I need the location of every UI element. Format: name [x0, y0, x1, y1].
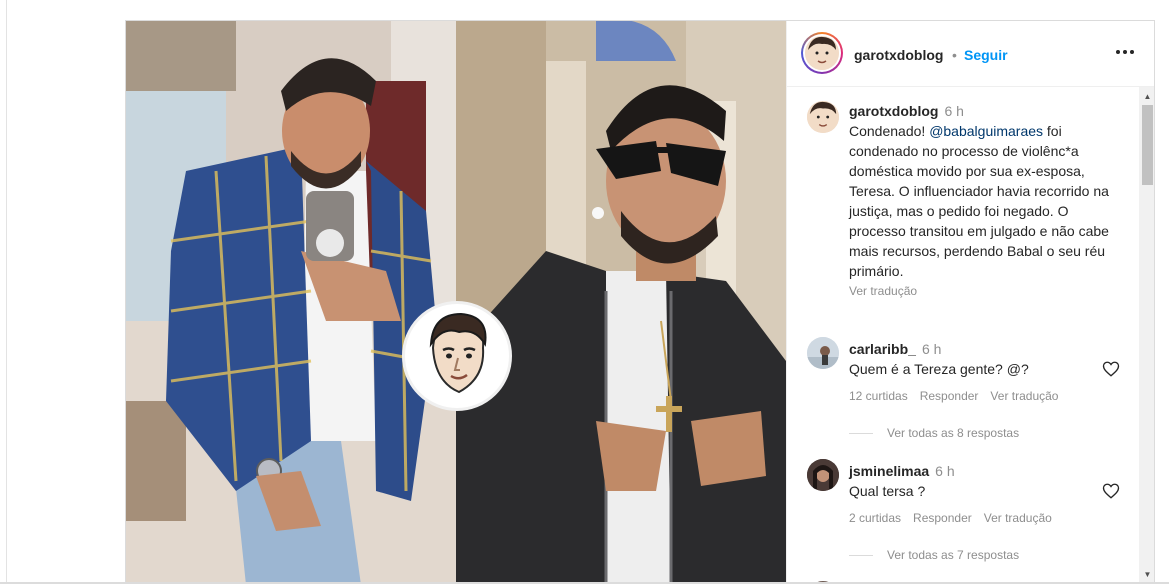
commenter-photo: [807, 459, 839, 491]
comment-item: jsminelimaa 6 h Qual tersa ?: [849, 461, 1125, 501]
comment-likes[interactable]: 12 curtidas: [849, 389, 908, 403]
commenter-avatar[interactable]: [807, 337, 839, 369]
comments-panel[interactable]: garotxdoblog 6 h Condenado! @babalguimara…: [786, 87, 1139, 583]
more-options-icon[interactable]: [1113, 41, 1137, 63]
photo-right-illustration: [456, 21, 786, 583]
post-media[interactable]: [126, 21, 786, 583]
comment-time: 6 h: [935, 463, 955, 479]
photo-left-mirror-selfie: [126, 21, 456, 583]
scroll-down-arrow-icon[interactable]: ▼: [1139, 569, 1154, 581]
caption-username[interactable]: garotxdoblog: [849, 103, 938, 119]
page-left-border: [6, 0, 7, 584]
avatar-face-icon: [807, 101, 839, 133]
view-replies-button[interactable]: Ver todas as 7 respostas: [849, 548, 1019, 562]
comment-text: Qual tersa ?: [849, 483, 926, 499]
photo-left-illustration: [126, 21, 456, 583]
replies-dash: [849, 432, 873, 434]
scrollbar-thumb[interactable]: [1142, 105, 1153, 185]
post-caption: garotxdoblog 6 h Condenado! @babalguimara…: [849, 101, 1125, 301]
author-avatar-ring: [803, 34, 841, 72]
caption-text: Condenado! @babalguimaraes foi condenado…: [849, 121, 1125, 281]
caption-header: garotxdoblog 6 h: [849, 101, 1125, 121]
commenter-photo: [807, 337, 839, 369]
heart-outline-icon: [1102, 483, 1120, 499]
post-header: garotxdoblog • Seguir: [786, 21, 1154, 87]
comment-time: 6 h: [921, 341, 942, 357]
cartoon-face-icon: [429, 312, 487, 394]
caption-translate-link[interactable]: Ver tradução: [849, 281, 1125, 301]
view-replies-label: Ver todas as 8 respostas: [887, 426, 1020, 440]
photo-right-sunglasses: [456, 21, 786, 583]
view-replies-label: Ver todas as 7 respostas: [887, 548, 1020, 562]
commenter-avatar[interactable]: [807, 459, 839, 491]
scroll-up-arrow-icon[interactable]: ▲: [1139, 91, 1154, 103]
more-horizontal-icon: [1116, 50, 1134, 54]
comment-item: carlaribb_ 6 h Quem é a Tereza gente? @?: [849, 339, 1125, 379]
comment-actions: 2 curtidas Responder Ver tradução: [849, 511, 1064, 525]
author-avatar-image: [805, 36, 839, 70]
comment-likes[interactable]: 2 curtidas: [849, 511, 901, 525]
blog-logo-badge: [402, 301, 512, 411]
view-replies-button[interactable]: Ver todas as 8 respostas: [849, 426, 1019, 440]
comment-reply-button[interactable]: Responder: [920, 389, 979, 403]
caption-text-after: foi condenado no processo de violênc*a d…: [849, 123, 1109, 279]
caption-mention-link[interactable]: @babalguimaraes: [929, 123, 1043, 139]
comment-actions: 12 curtidas Responder Ver tradução: [849, 389, 1070, 403]
comment-translate-link[interactable]: Ver tradução: [984, 511, 1052, 525]
follow-button[interactable]: Seguir: [964, 47, 1008, 63]
like-comment-button[interactable]: [1102, 360, 1120, 378]
replies-dash: [849, 554, 873, 556]
author-avatar[interactable]: [801, 32, 843, 74]
comment-translate-link[interactable]: Ver tradução: [990, 389, 1058, 403]
comment-text: Quem é a Tereza gente? @?: [849, 361, 1029, 377]
caption-time: 6 h: [944, 103, 964, 119]
caption-author-avatar[interactable]: [807, 101, 839, 133]
post-dialog: garotxdoblog • Seguir garotxdoblog 6 h C…: [125, 20, 1155, 584]
avatar-face-icon: [805, 36, 839, 70]
comments-scrollbar[interactable]: ▲ ▼: [1139, 87, 1154, 583]
caption-text-before: Condenado!: [849, 123, 930, 139]
heart-outline-icon: [1102, 361, 1120, 377]
comment-username[interactable]: carlaribb_: [849, 341, 916, 357]
comment-username[interactable]: jsminelimaa: [849, 463, 929, 479]
author-username[interactable]: garotxdoblog: [854, 47, 943, 63]
like-comment-button[interactable]: [1102, 482, 1120, 500]
header-separator: •: [952, 47, 957, 63]
comment-reply-button[interactable]: Responder: [913, 511, 972, 525]
